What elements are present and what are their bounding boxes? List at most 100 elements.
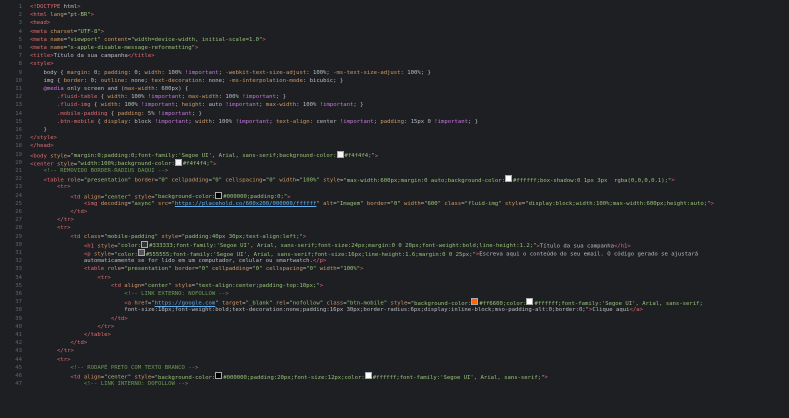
line-number: 16 bbox=[15, 127, 22, 133]
code-text: .fluid-table { width: 100% !important; m… bbox=[56, 94, 287, 101]
line-number: 40 bbox=[15, 323, 22, 330]
code-text: <tr> bbox=[56, 225, 71, 232]
line-number: 31 bbox=[15, 250, 22, 256]
line-number: 5 bbox=[18, 36, 22, 43]
line-number: 34 bbox=[15, 274, 22, 281]
code-line[interactable]: 4 <meta charset="UTF-8"> bbox=[0, 28, 789, 36]
code-line[interactable]: 23 <tr> bbox=[0, 183, 789, 191]
line-number: 15 bbox=[15, 118, 22, 125]
line-number: 43 bbox=[15, 348, 22, 355]
code-text: <!DOCTYPE html> bbox=[30, 4, 81, 10]
code-line[interactable]: 39 </td> bbox=[0, 315, 789, 323]
code-line[interactable]: 1 <!DOCTYPE html> bbox=[0, 3, 789, 11]
line-number: 6 bbox=[18, 45, 22, 51]
code-line[interactable]: 17 </style> bbox=[0, 134, 789, 142]
code-text: </style> bbox=[30, 135, 57, 142]
code-line[interactable]: 30 <h1 style="color: #333333;font-family:… bbox=[0, 240, 789, 249]
code-line[interactable]: 3 <head> bbox=[0, 19, 789, 27]
line-number: 44 bbox=[15, 356, 22, 363]
code-line[interactable]: 8 <style> bbox=[0, 60, 789, 68]
line-number: 13 bbox=[15, 102, 22, 109]
code-line[interactable]: 40 </tr> bbox=[0, 323, 789, 331]
line-number: 39 bbox=[15, 315, 22, 322]
code-line[interactable]: 46 <td align="center" style="background-… bbox=[0, 372, 789, 381]
code-line[interactable]: 2 <html lang="pt-BR"> bbox=[0, 11, 789, 19]
code-line[interactable]: 6 <meta name="x-apple-disable-message-ref… bbox=[0, 44, 789, 52]
code-text: <td class="mobile-padding" style="paddin… bbox=[70, 233, 307, 240]
line-number: 32 bbox=[15, 258, 22, 265]
code-text: .fluid-img { width: 100% !important; hei… bbox=[56, 102, 364, 109]
code-line[interactable]: 7 <title>Título da sua campanha</title> bbox=[0, 52, 789, 60]
line-number: 3 bbox=[18, 20, 22, 27]
code-text: <html lang="pt-BR"> bbox=[30, 12, 95, 19]
code-text: <meta charset="UTF-8"> bbox=[30, 28, 105, 35]
code-line[interactable]: 18 </head> bbox=[0, 142, 789, 150]
code-text: <img decoding="async" src="https://place… bbox=[83, 200, 714, 207]
line-number: 45 bbox=[15, 364, 22, 371]
line-number: 26 bbox=[15, 209, 22, 215]
code-text: <table role="presentation" border="0" ce… bbox=[83, 266, 364, 273]
code-line[interactable]: 11 @media only screen and (max-width: 60… bbox=[0, 85, 789, 93]
code-line[interactable]: 13 .fluid-img { width: 100% !important; … bbox=[0, 101, 789, 109]
line-number: 8 bbox=[18, 61, 22, 68]
code-line[interactable]: 25 <img decoding="async" src="https://pl… bbox=[0, 200, 789, 208]
code-line[interactable]: 21 <!-- REMOVIDO BORDER-RADIUS DAQUI --> bbox=[0, 167, 789, 175]
line-number: 17 bbox=[15, 135, 22, 142]
code-line[interactable]: 19 <body style="margin:0;padding:0;font-f… bbox=[0, 150, 789, 159]
code-text: <tr> bbox=[56, 356, 71, 363]
code-line[interactable]: 35 <td align="center" style="text-align:… bbox=[0, 282, 789, 290]
code-line[interactable]: 24 <td align="center" style="background-… bbox=[0, 191, 789, 200]
code-line[interactable]: 14 .mobile-padding { padding: 5% !import… bbox=[0, 110, 789, 118]
code-line[interactable]: 15 .btn-mobile { display: block !importa… bbox=[0, 118, 789, 126]
line-number: 47 bbox=[15, 381, 22, 388]
line-number: 23 bbox=[15, 184, 22, 191]
code-line[interactable]: 31 <p style="color: #555555;font-family:'… bbox=[0, 249, 789, 258]
code-line[interactable]: 41 </table> bbox=[0, 331, 789, 339]
line-number: 11 bbox=[15, 86, 22, 92]
line-number: 37 bbox=[15, 299, 22, 306]
code-line[interactable]: 45 <!-- RODAPÉ PRETO COM TEXTO BRANCO --… bbox=[0, 364, 789, 372]
code-text: body { margin: 0; padding: 0; width: 100… bbox=[30, 69, 431, 76]
line-number: 22 bbox=[15, 176, 22, 183]
code-line[interactable]: 28 <tr> bbox=[0, 224, 789, 232]
code-text: img { border: 0; outline: none; text-dec… bbox=[30, 77, 344, 84]
code-text: </table> bbox=[83, 332, 111, 338]
line-number: 41 bbox=[15, 332, 22, 338]
code-text: <!-- REMOVIDO BORDER-RADIUS DAQUI --> bbox=[30, 168, 169, 174]
code-text: <!-- RODAPÉ PRETO COM TEXTO BRANCO --> bbox=[30, 364, 199, 371]
code-text: </tr> bbox=[56, 348, 74, 355]
code-line[interactable]: 16 } bbox=[0, 126, 789, 134]
code-line[interactable]: 22 <table role="presentation" border="0"… bbox=[0, 175, 789, 184]
code-editor[interactable]: 1 <!DOCTYPE html> 2 <html lang="pt-BR"> 3 <he… bbox=[0, 0, 789, 418]
code-line[interactable]: 27 </tr> bbox=[0, 216, 789, 224]
code-line[interactable]: 38 font-size:18px;font-weight:bold;text-… bbox=[0, 306, 789, 314]
line-number: 7 bbox=[18, 53, 22, 60]
code-line[interactable]: 33 <table role="presentation" border="0"… bbox=[0, 265, 789, 273]
code-text: @media only screen and (max-width: 600px… bbox=[43, 86, 189, 92]
line-number: 19 bbox=[15, 151, 22, 158]
code-line[interactable]: 29 <td class="mobile-padding" style="pad… bbox=[0, 233, 789, 241]
code-text: </head> bbox=[30, 143, 54, 150]
code-line[interactable]: 9 body { margin: 0; padding: 0; width: 1… bbox=[0, 69, 789, 77]
code-text: <title>Título da sua campanha</title> bbox=[30, 53, 155, 60]
code-line[interactable]: 5 <meta name="viewport" content="width=de… bbox=[0, 36, 789, 44]
code-text: automaticamente se for lido em um comput… bbox=[30, 258, 327, 265]
code-text: <style> bbox=[30, 61, 54, 68]
code-text: <!-- LINK INTERNO: DOFOLLOW --> bbox=[30, 381, 189, 388]
code-line[interactable]: 12 .fluid-table { width: 100% !important… bbox=[0, 93, 789, 101]
code-line[interactable]: 10 img { border: 0; outline: none; text-… bbox=[0, 77, 789, 85]
line-number: 20 bbox=[15, 159, 22, 166]
code-line[interactable]: 47 <!-- LINK INTERNO: DOFOLLOW --> bbox=[0, 380, 789, 388]
code-line[interactable]: 32 automaticamente se for lido em um com… bbox=[0, 257, 789, 265]
code-line[interactable]: 37 <a href="https://google.com" target="… bbox=[0, 298, 789, 307]
code-line[interactable]: 20 <center style="width:100%;background-c… bbox=[0, 158, 789, 167]
code-line[interactable]: 36 <!-- LINK EXTERNO: NOFOLLOW --> bbox=[0, 290, 789, 298]
code-line[interactable]: 34 <tr> bbox=[0, 274, 789, 282]
code-line[interactable]: 43 </tr> bbox=[0, 347, 789, 355]
code-line[interactable]: 26 </td> bbox=[0, 208, 789, 216]
code-text: </td> bbox=[70, 340, 88, 347]
code-text: <tr> bbox=[97, 274, 111, 281]
code-line[interactable]: 42 </td> bbox=[0, 339, 789, 347]
line-number: 10 bbox=[15, 77, 22, 84]
code-line[interactable]: 44 <tr> bbox=[0, 356, 789, 364]
